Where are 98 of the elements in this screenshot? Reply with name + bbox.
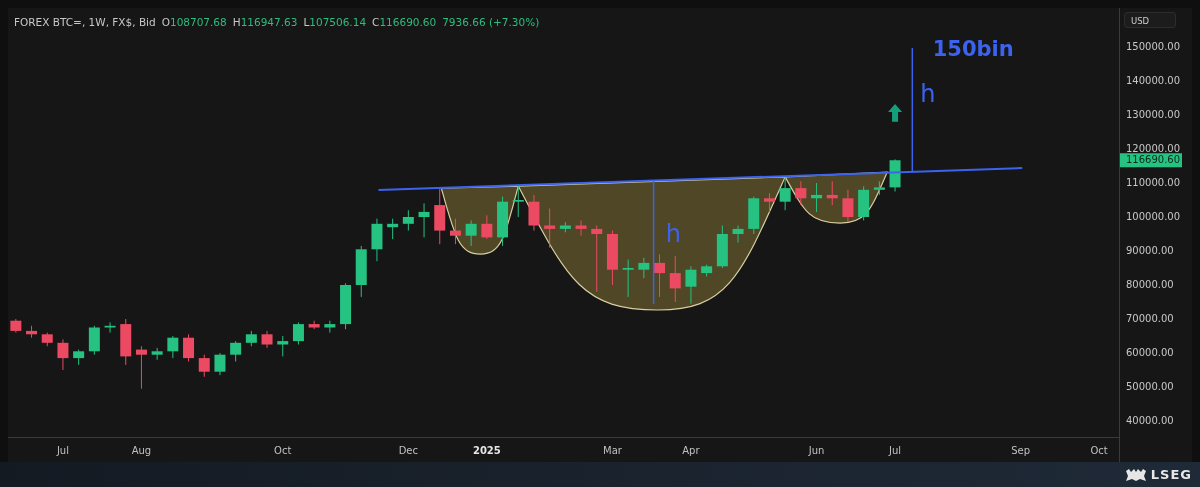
date-label: Apr [682, 445, 700, 456]
price-change: 7936.66 (+7.30%) [442, 16, 540, 28]
chart-annotation: h [665, 220, 682, 248]
candlestick [763, 192, 775, 213]
candlestick [230, 340, 242, 362]
up-arrow-icon [888, 104, 903, 122]
chart-annotation: 150bin [932, 37, 1014, 62]
candlestick [135, 345, 147, 390]
price-label: 90000.00 [1126, 245, 1174, 256]
ohlc-label: L [303, 16, 310, 28]
date-label: Mar [603, 445, 622, 456]
candlestick [167, 335, 179, 359]
candlestick [889, 158, 901, 192]
ohlc-value: 116690.60 [379, 16, 437, 28]
price-label: 100000.00 [1126, 211, 1181, 222]
candlestick [622, 259, 634, 298]
candlestick [842, 189, 854, 223]
ohlc-label: O [161, 16, 170, 28]
candlestick [292, 321, 304, 345]
chart-annotation: h [920, 79, 936, 108]
candlestick [198, 354, 210, 378]
candlestick [26, 325, 38, 339]
price-label: 110000.00 [1126, 177, 1181, 188]
candlestick [497, 196, 509, 247]
candlestick [826, 180, 838, 206]
price-tag: 116690.60 [1120, 153, 1182, 168]
candlestick [685, 265, 697, 305]
candlestick [73, 349, 85, 366]
brand-name: LSEG [1150, 467, 1192, 482]
price-label: 150000.00 [1126, 41, 1181, 52]
candlestick [481, 214, 493, 240]
candlestick [434, 188, 446, 245]
candlestick [10, 318, 22, 334]
candlestick [57, 338, 69, 371]
candlestick [88, 325, 100, 356]
candlestick [795, 180, 807, 206]
candlestick [591, 225, 603, 293]
date-label: Aug [131, 445, 152, 456]
logo-icon [1124, 467, 1147, 482]
candlestick [355, 245, 367, 298]
price-label: 130000.00 [1126, 109, 1181, 120]
candlestick [858, 185, 870, 221]
candlestick [449, 218, 461, 245]
candlestick [402, 209, 414, 232]
ohlc-value: 116947.63 [240, 16, 298, 28]
candlestick [324, 320, 336, 334]
candlestick [701, 264, 713, 277]
candlestick [748, 196, 760, 235]
candlestick [779, 175, 791, 211]
candlestick [214, 352, 226, 376]
candlestick [371, 218, 383, 262]
price-label: 40000.00 [1126, 415, 1174, 426]
currency-selector[interactable]: USD [1124, 12, 1176, 28]
candlestick [512, 184, 524, 218]
candlestick [308, 320, 320, 330]
candlestick [559, 221, 571, 233]
date-label: Oct [1090, 445, 1108, 456]
candlestick [606, 230, 618, 286]
ohlc-label: H [232, 16, 241, 28]
candlestick [716, 225, 728, 269]
ohlc-label: C [372, 16, 380, 28]
candlestick [654, 253, 666, 298]
price-label: 60000.00 [1126, 347, 1174, 358]
date-label: Jul [889, 445, 902, 456]
candlestick [418, 202, 430, 238]
date-label: Oct [274, 445, 292, 456]
candlestick [638, 257, 650, 279]
symbol-info: FOREX BTC=, 1W, FX$, Bid [14, 16, 156, 28]
candlestick [261, 330, 273, 349]
candlestick [387, 218, 399, 240]
candlestick [41, 332, 53, 347]
date-label: Jul [56, 445, 69, 456]
date-label: Jun [808, 445, 825, 456]
candlestick [732, 225, 744, 243]
candlestick [811, 182, 823, 213]
date-label: Sep [1011, 445, 1031, 456]
price-label: 120000.00 [1126, 143, 1181, 154]
candlestick [183, 333, 195, 362]
candlestick [544, 208, 556, 249]
candlestick [277, 335, 289, 357]
ohlc-value: 107506.14 [309, 16, 367, 28]
candlestick [669, 255, 681, 303]
candlestick [120, 318, 132, 366]
price-label: 70000.00 [1126, 313, 1174, 324]
candlestick [528, 194, 540, 232]
candlestick [465, 219, 477, 247]
candlestick [151, 347, 163, 361]
date-label: Dec [398, 445, 419, 456]
price-label: 80000.00 [1126, 279, 1174, 290]
ohlc-value: 108707.68 [169, 16, 227, 28]
candlestick [340, 282, 352, 330]
price-label: 140000.00 [1126, 75, 1181, 86]
price-label: 50000.00 [1126, 381, 1174, 392]
candlestick [873, 180, 885, 196]
candlestick [245, 330, 257, 347]
date-label: 2025 [472, 445, 501, 456]
candlestick [575, 219, 587, 237]
candlestick [104, 321, 116, 334]
